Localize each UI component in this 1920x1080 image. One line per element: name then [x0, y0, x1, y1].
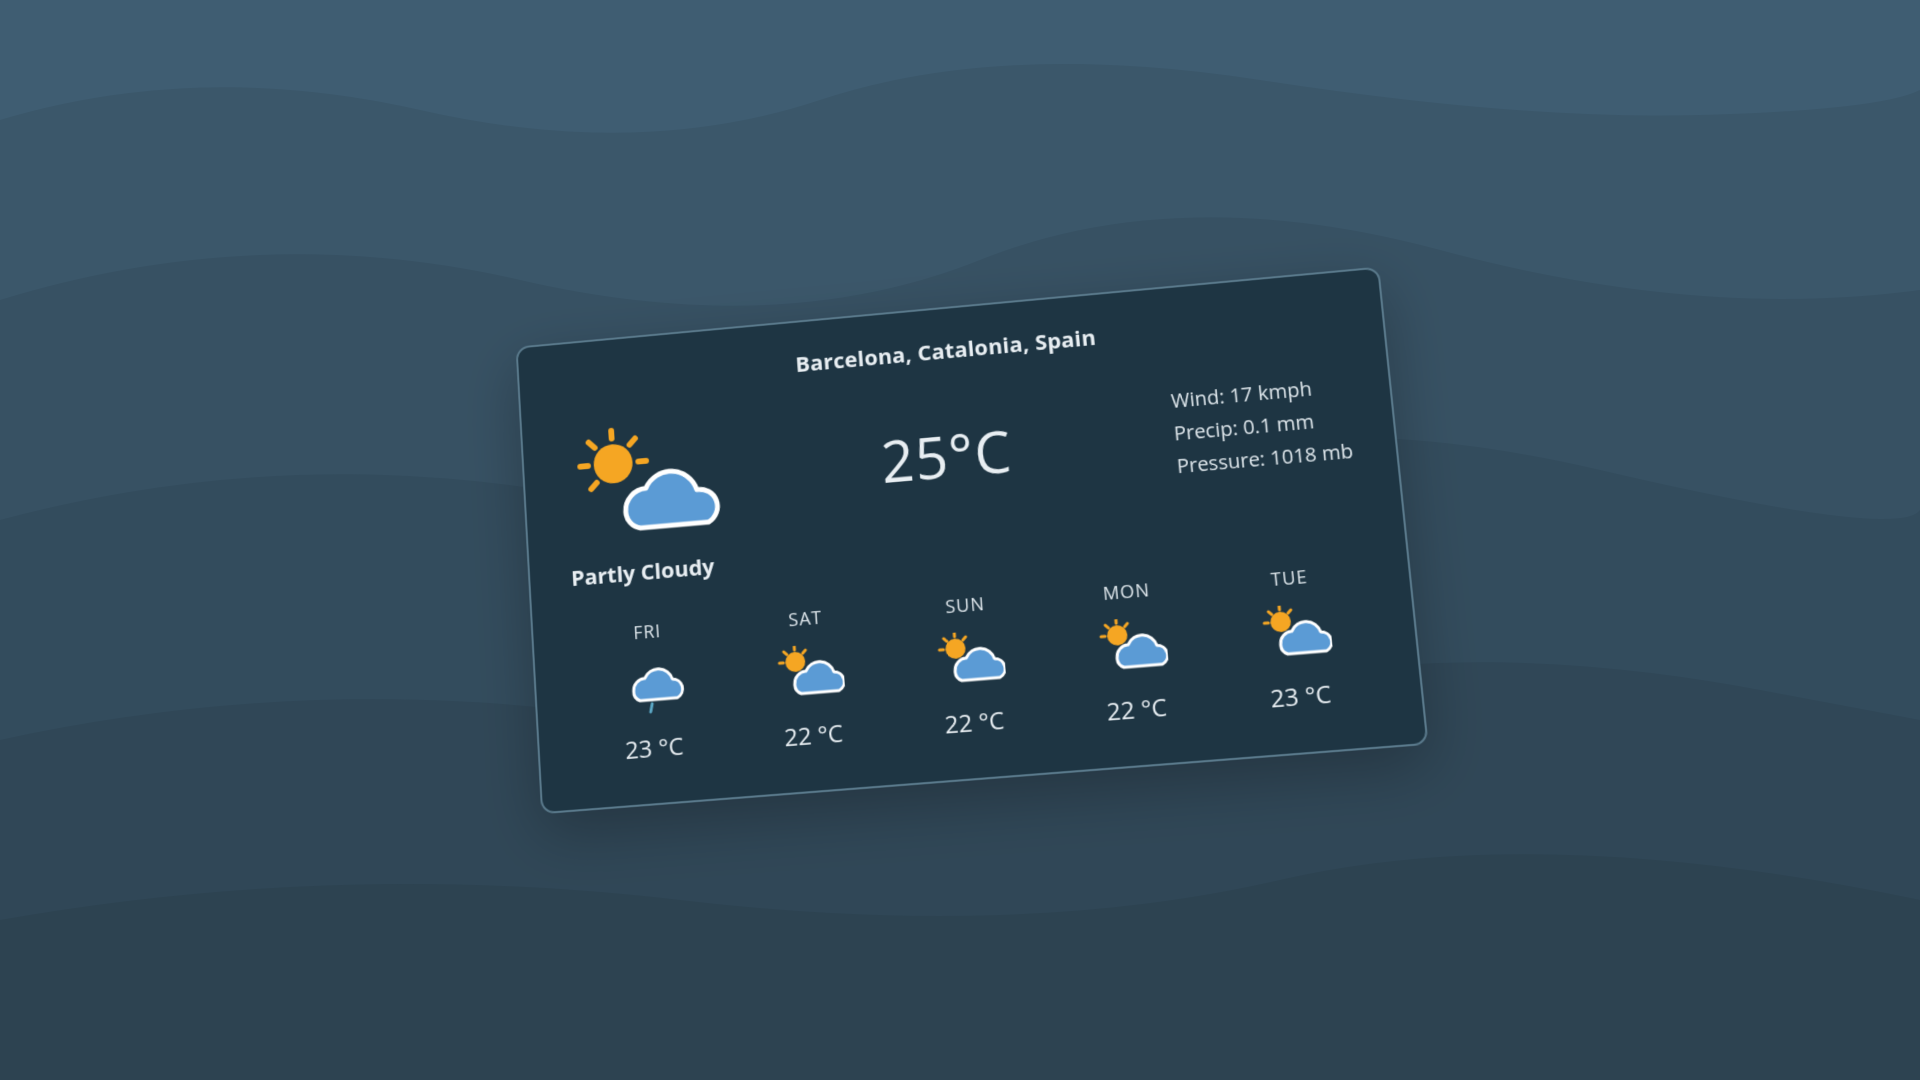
- current-stats: Wind: 17 kmph Precip: 0.1 mm Pressure: 1…: [1169, 358, 1355, 481]
- forecast-day: MON 22 °C: [1051, 573, 1214, 732]
- day-label: TUE: [1213, 560, 1367, 597]
- partly-cloudy-icon: [1256, 601, 1333, 664]
- forecast-day: TUE 23 °C: [1213, 560, 1379, 719]
- current-temperature: 25°C: [756, 378, 1137, 510]
- weather-card: Barcelona, Catalonia, Spain: [516, 266, 1429, 814]
- forecast-day: SAT 22 °C: [731, 600, 889, 757]
- partly-cloudy-icon: [773, 642, 846, 704]
- day-temp: 23 °C: [1223, 673, 1379, 719]
- light-rain-icon: [615, 655, 687, 716]
- partly-cloudy-icon: [932, 628, 1007, 690]
- day-label: SAT: [731, 600, 880, 636]
- day-temp: 22 °C: [739, 712, 889, 757]
- current-condition: Partly Cloudy: [570, 550, 728, 593]
- forecast-row: FRI 23 °C SAT: [574, 560, 1379, 771]
- day-temp: 22 °C: [899, 699, 1051, 744]
- day-label: MON: [1051, 573, 1203, 610]
- day-temp: 22 °C: [1060, 686, 1214, 732]
- partly-cloudy-icon: [1093, 615, 1169, 677]
- day-label: FRI: [574, 614, 721, 650]
- partly-cloudy-icon: [563, 415, 726, 555]
- forecast-day: SUN 22 °C: [890, 587, 1051, 745]
- current-weather-row: Partly Cloudy 25°C Wind: 17 kmph Precip:…: [563, 358, 1361, 592]
- forecast-day: FRI 23 °C: [574, 614, 729, 770]
- day-label: SUN: [890, 587, 1040, 623]
- day-temp: 23 °C: [580, 725, 729, 770]
